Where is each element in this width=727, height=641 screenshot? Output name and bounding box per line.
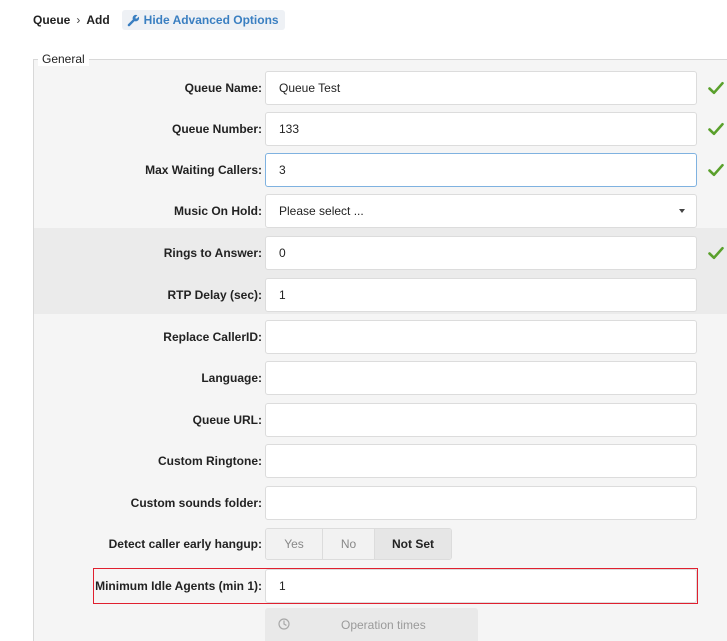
- rings-to-answer-label: Rings to Answer:: [163, 246, 262, 260]
- max-waiting-callers-input[interactable]: [265, 153, 697, 187]
- language-input[interactable]: [265, 361, 697, 395]
- queue-number-row: Queue Number:: [0, 112, 727, 146]
- queue-url-label: Queue URL:: [192, 413, 262, 427]
- rtp-delay-input[interactable]: [265, 278, 697, 312]
- breadcrumb: Queue › Add Hide Advanced Options: [33, 10, 285, 30]
- replace-callerid-input[interactable]: [265, 320, 697, 354]
- hide-advanced-options-button[interactable]: Hide Advanced Options: [121, 10, 285, 30]
- custom-ringtone-label: Custom Ringtone:: [158, 454, 262, 468]
- rings-to-answer-row: Rings to Answer:: [0, 236, 727, 270]
- rtp-delay-row: RTP Delay (sec):: [0, 278, 727, 312]
- replace-callerid-row: Replace CallerID:: [0, 320, 727, 354]
- rings-to-answer-input[interactable]: [265, 236, 697, 270]
- min-idle-agents-label: Minimum Idle Agents (min 1):: [95, 579, 262, 593]
- wrench-icon: [127, 14, 139, 26]
- custom-sounds-folder-input[interactable]: [265, 486, 697, 520]
- clock-icon: [278, 618, 290, 630]
- queue-url-row: Queue URL:: [0, 403, 727, 437]
- music-on-hold-row: Music On Hold: Please select ...: [0, 194, 727, 228]
- queue-number-label: Queue Number:: [171, 122, 262, 136]
- queue-name-row: Queue Name:: [0, 71, 727, 105]
- operation-times-button[interactable]: Operation times: [265, 608, 478, 641]
- hide-advanced-options-label: Hide Advanced Options: [143, 13, 279, 27]
- music-on-hold-label: Music On Hold:: [174, 204, 262, 218]
- breadcrumb-current: Add: [86, 13, 110, 27]
- rtp-delay-label: RTP Delay (sec):: [167, 288, 262, 302]
- option-not-set-button[interactable]: Not Set: [375, 529, 451, 559]
- check-icon: [708, 246, 724, 260]
- max-waiting-callers-label: Max Waiting Callers:: [145, 163, 262, 177]
- detect-early-hangup-row: Detect caller early hangup: Yes No Not S…: [0, 528, 727, 560]
- music-on-hold-value: Please select ...: [279, 204, 364, 218]
- custom-sounds-folder-label: Custom sounds folder:: [130, 496, 262, 510]
- queue-name-input[interactable]: [265, 71, 697, 105]
- detect-early-hangup-label: Detect caller early hangup:: [108, 537, 262, 551]
- replace-callerid-label: Replace CallerID:: [163, 330, 262, 344]
- fieldset-legend: General: [38, 52, 89, 66]
- queue-url-input[interactable]: [265, 403, 697, 437]
- option-yes-button[interactable]: Yes: [266, 529, 323, 559]
- detect-early-hangup-toggle: Yes No Not Set: [265, 528, 452, 560]
- queue-add-page: Queue › Add Hide Advanced Options Genera…: [0, 0, 727, 641]
- caret-down-icon: [679, 209, 685, 213]
- breadcrumb-root[interactable]: Queue: [33, 13, 70, 27]
- custom-ringtone-row: Custom Ringtone:: [0, 444, 727, 478]
- music-on-hold-select[interactable]: Please select ...: [265, 194, 697, 228]
- min-idle-agents-input[interactable]: [265, 569, 697, 603]
- language-label: Language:: [201, 371, 262, 385]
- breadcrumb-separator: ›: [76, 13, 81, 27]
- queue-number-input[interactable]: [265, 112, 697, 146]
- check-icon: [708, 122, 724, 136]
- operation-times-label: Operation times: [341, 618, 426, 632]
- custom-ringtone-input[interactable]: [265, 444, 697, 478]
- min-idle-agents-row: Minimum Idle Agents (min 1):: [0, 569, 727, 603]
- language-row: Language:: [0, 361, 727, 395]
- queue-name-label: Queue Name:: [184, 81, 262, 95]
- check-icon: [708, 163, 724, 177]
- option-no-button[interactable]: No: [323, 529, 375, 559]
- max-waiting-callers-row: Max Waiting Callers:: [0, 153, 727, 187]
- check-icon: [708, 81, 724, 95]
- custom-sounds-folder-row: Custom sounds folder:: [0, 486, 727, 520]
